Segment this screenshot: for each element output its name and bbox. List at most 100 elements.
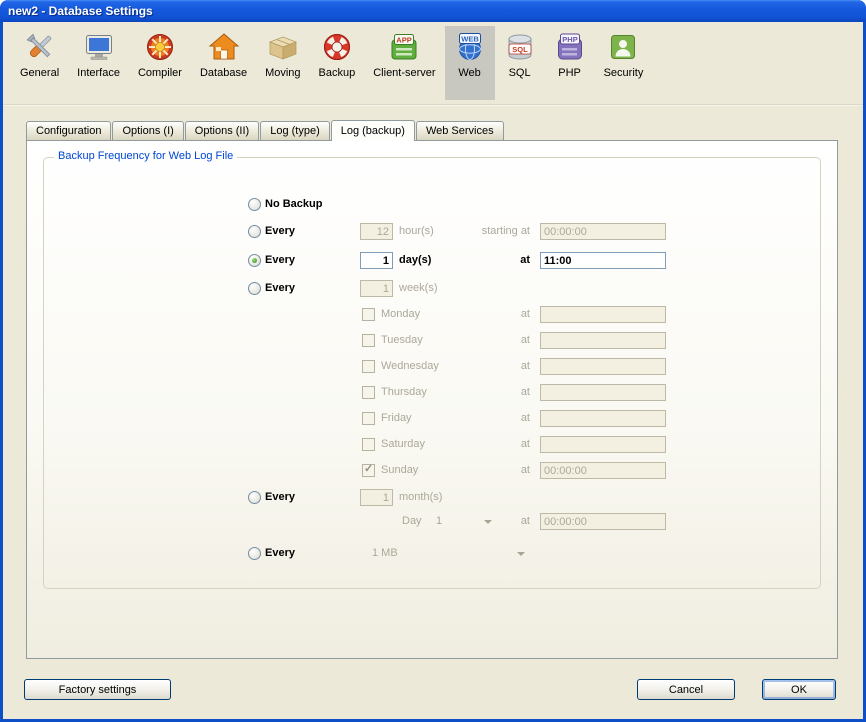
week-unit-label: week(s) [399,282,438,294]
monthly-backup-row: Every month(s) [44,489,820,507]
monday-at-label: at [424,308,530,320]
size-backup-row: Every 1 MB [44,545,820,563]
app-icon-text: APP [397,36,412,45]
monday-time-input [540,306,666,323]
tab-log-backup[interactable]: Log (backup) [331,120,415,141]
toolbar-item-sql[interactable]: SQL SQL [495,26,545,100]
client-server-icon: APP [388,31,420,63]
database-settings-window: new2 - Database Settings General [0,0,866,722]
toolbar-label: General [20,67,59,79]
tab-strip: Configuration Options (I) Options (II) L… [26,119,505,140]
toolbar-item-web[interactable]: WEB Web [445,26,495,100]
titlebar[interactable]: new2 - Database Settings [0,0,866,22]
toolbar-item-general[interactable]: General [11,26,68,100]
sql-icon-text: SQL [512,45,528,54]
hour-count-input [360,223,393,240]
wednesday-checkbox [362,360,375,373]
toolbar-item-moving[interactable]: Moving [256,26,309,100]
saturday-label: Saturday [381,438,425,450]
php-icon-text: PHP [562,35,577,44]
cancel-button[interactable]: Cancel [637,679,735,700]
web-icon-text: WEB [461,35,479,44]
toolbar-label: PHP [558,67,581,79]
month-day-at-label: at [424,515,530,527]
dialog-body: General Interface [3,22,863,719]
radio-every-day[interactable] [248,254,261,267]
saturday-time-input [540,436,666,453]
tuesday-label: Tuesday [381,334,423,346]
tab-log-type[interactable]: Log (type) [260,121,330,140]
wednesday-at-label: at [424,360,530,372]
saturday-checkbox [362,438,375,451]
tuesday-at-label: at [424,334,530,346]
tuesday-time-input [540,332,666,349]
no-backup-row: No Backup [44,196,820,214]
moving-icon [267,31,299,63]
radio-every-hour[interactable] [248,225,261,238]
toolbar-item-compiler[interactable]: Compiler [129,26,191,100]
toolbar-label: Client-server [373,67,435,79]
weekday-row-tuesday: Tuesday at [44,332,820,350]
window-title: new2 - Database Settings [8,4,153,18]
toolbar-item-backup[interactable]: Backup [310,26,365,100]
sql-icon: SQL [504,31,536,63]
toolbar-item-php[interactable]: PHP PHP [545,26,595,100]
month-day-label: Day [402,515,422,527]
thursday-label: Thursday [381,386,427,398]
interface-icon [83,31,115,63]
weekday-row-monday: Monday at [44,306,820,324]
monday-checkbox [362,308,375,321]
php-icon: PHP [554,31,586,63]
sunday-at-label: at [424,464,530,476]
month-day-row: Day 1 at [44,513,820,531]
toolbar-label: Database [200,67,247,79]
every-day-label: Every [265,254,295,266]
month-day-time-input [540,513,666,530]
weekday-row-sunday: Sunday at [44,462,820,480]
tab-options-2[interactable]: Options (II) [185,121,259,140]
weekly-backup-row: Every week(s) [44,280,820,298]
toolbar-label: Interface [77,67,120,79]
size-dropdown-icon [517,552,525,556]
sunday-label: Sunday [381,464,418,476]
month-unit-label: month(s) [399,491,442,503]
ok-button[interactable]: OK [762,679,836,700]
radio-every-month[interactable] [248,491,261,504]
toolbar-label: Web [458,67,480,79]
day-count-input[interactable] [360,252,393,269]
tab-web-services[interactable]: Web Services [416,121,504,140]
month-count-input [360,489,393,506]
toolbar-item-security[interactable]: Security [595,26,653,100]
starting-at-label: starting at [424,225,530,237]
weekday-row-friday: Friday at [44,410,820,428]
security-icon [607,31,639,63]
no-backup-label: No Backup [265,198,322,210]
database-icon [208,31,240,63]
radio-every-week[interactable] [248,282,261,295]
toolbar-item-database[interactable]: Database [191,26,256,100]
general-icon [24,31,56,63]
toolbar-label: SQL [509,67,531,79]
friday-at-label: at [424,412,530,424]
tab-configuration[interactable]: Configuration [26,121,111,140]
week-count-input [360,280,393,297]
day-time-input[interactable] [540,252,666,269]
tab-options-1[interactable]: Options (I) [112,121,183,140]
radio-every-size[interactable] [248,547,261,560]
radio-no-backup[interactable] [248,198,261,211]
compiler-icon [144,31,176,63]
every-month-label: Every [265,491,295,503]
friday-time-input [540,410,666,427]
every-size-label: Every [265,547,295,559]
hourly-backup-row: Every hour(s) starting at [44,223,820,241]
weekday-row-wednesday: Wednesday at [44,358,820,376]
toolbar-item-interface[interactable]: Interface [68,26,129,100]
thursday-time-input [540,384,666,401]
log-backup-panel: Backup Frequency for Web Log File No Bac… [26,140,838,659]
web-icon: WEB [454,31,486,63]
factory-settings-button[interactable]: Factory settings [24,679,171,700]
every-hour-label: Every [265,225,295,237]
weekday-row-thursday: Thursday at [44,384,820,402]
toolbar-item-client-server[interactable]: APP Client-server [364,26,444,100]
toolbar: General Interface [3,22,863,104]
